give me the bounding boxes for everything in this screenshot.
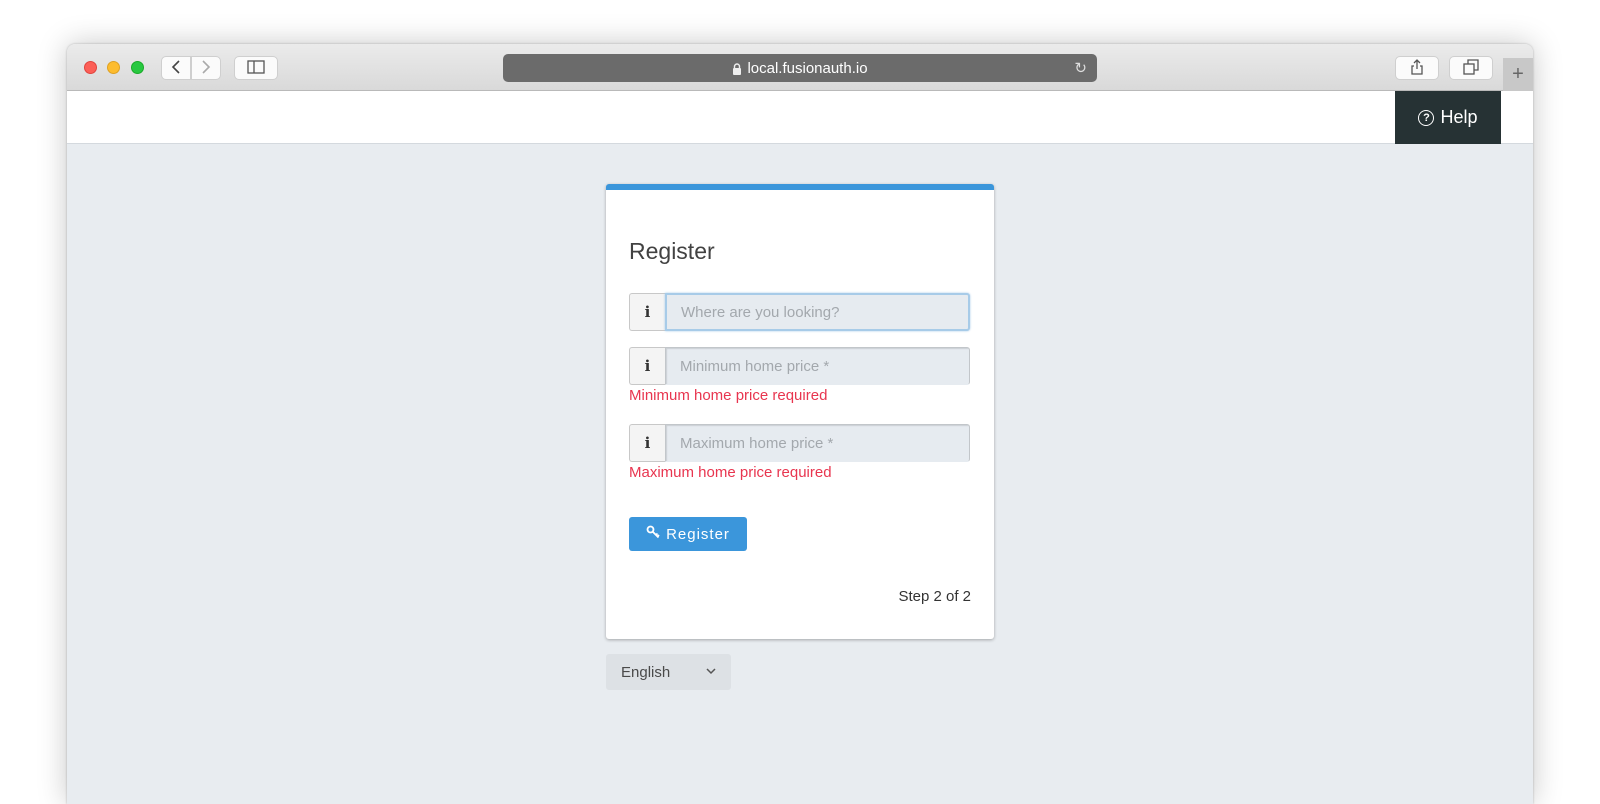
min-price-input[interactable] [665, 347, 970, 385]
min-price-field: i [629, 347, 970, 385]
min-price-error: Minimum home price required [629, 387, 828, 404]
back-button[interactable] [161, 56, 191, 80]
new-tab-button[interactable]: + [1503, 58, 1533, 91]
tabs-icon [1463, 58, 1479, 78]
location-field: i [629, 293, 970, 331]
question-circle-icon: ? [1418, 109, 1435, 126]
language-select[interactable]: English [606, 654, 731, 690]
chevron-down-icon [706, 666, 716, 678]
page-content: Register i i Minimum home price required… [67, 144, 1533, 804]
lock-icon [732, 62, 742, 75]
help-label: Help [1440, 107, 1478, 127]
info-icon: i [629, 424, 665, 462]
max-price-field: i [629, 424, 970, 462]
chevron-right-icon [201, 59, 211, 77]
register-panel: Register i i Minimum home price required… [606, 184, 994, 639]
max-price-input[interactable] [665, 424, 970, 462]
step-indicator: Step 2 of 2 [898, 588, 971, 605]
fullscreen-window-button[interactable] [131, 61, 144, 74]
register-button[interactable]: Register [629, 517, 747, 551]
key-icon [646, 525, 660, 543]
chevron-left-icon [171, 59, 181, 77]
share-button[interactable] [1395, 56, 1439, 80]
app-header: ? Help [67, 91, 1533, 144]
info-icon: i [629, 293, 665, 331]
reload-icon[interactable]: ↻ [1074, 59, 1087, 77]
share-icon [1410, 58, 1424, 78]
sidebar-toggle-button[interactable] [234, 56, 278, 80]
location-input[interactable] [665, 293, 970, 331]
tab-overview-button[interactable] [1449, 56, 1493, 80]
page-title: Register [629, 238, 715, 264]
info-icon: i [629, 347, 665, 385]
browser-window: local.fusionauth.io ↻ + ? Help Register … [67, 44, 1533, 804]
address-bar[interactable]: local.fusionauth.io ↻ [503, 54, 1097, 82]
browser-toolbar: local.fusionauth.io ↻ + [67, 44, 1533, 91]
forward-button[interactable] [191, 56, 221, 80]
register-button-label: Register [666, 525, 730, 543]
plus-icon: + [1512, 63, 1524, 85]
help-button[interactable]: ? Help [1395, 91, 1501, 144]
minimize-window-button[interactable] [107, 61, 120, 74]
language-selected: English [621, 663, 671, 681]
sidebar-icon [247, 59, 265, 77]
max-price-error: Maximum home price required [629, 464, 832, 481]
close-window-button[interactable] [84, 61, 97, 74]
url-text: local.fusionauth.io [747, 59, 868, 77]
